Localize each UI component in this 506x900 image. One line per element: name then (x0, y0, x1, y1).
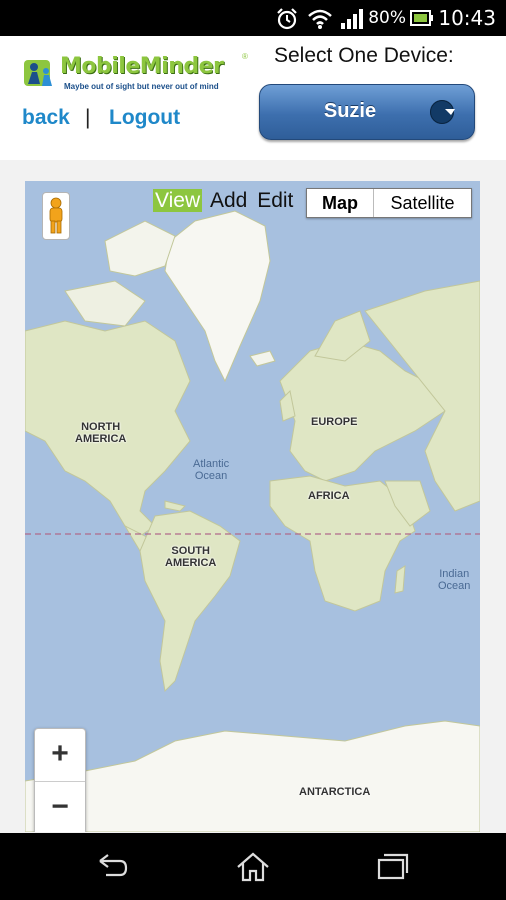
signal-icon (341, 9, 363, 29)
south-america-landmass (139, 510, 241, 693)
label-indian-ocean: Indian Ocean (438, 568, 471, 592)
map-mode-tabs: View Add Edit (153, 189, 295, 213)
android-nav-bar (0, 833, 506, 900)
map-type-control: Map Satellite (306, 188, 472, 218)
logo-registered-mark: ® (242, 52, 248, 61)
antarctica-landmass (25, 720, 480, 832)
map-type-satellite-button[interactable]: Satellite (374, 189, 471, 217)
zoom-out-button[interactable]: − (35, 782, 85, 832)
logo-name: MobileMinder (60, 54, 224, 79)
map-type-map-button[interactable]: Map (307, 189, 374, 217)
logout-link[interactable]: Logout (109, 106, 180, 130)
recent-apps-nav-icon[interactable] (376, 851, 410, 881)
family-icon (24, 60, 52, 86)
select-device-label: Select One Device: (274, 44, 454, 67)
label-atlantic-ocean: Atlantic Ocean (193, 458, 230, 482)
selected-device-name: Suzie (323, 100, 377, 122)
zoom-control: + − (34, 728, 86, 832)
dropdown-arrow-icon (430, 100, 455, 124)
wifi-icon (308, 9, 332, 29)
arctic-islands-landmass (104, 220, 176, 277)
app-header: MobileMinder ® Maybe out of sight but ne… (0, 36, 506, 160)
tab-edit[interactable]: Edit (255, 189, 295, 212)
device-select-button[interactable]: Suzie (259, 84, 475, 140)
label-north-america: NORTH AMERICA (75, 421, 127, 445)
label-europe: EUROPE (311, 416, 358, 428)
back-nav-icon[interactable] (94, 851, 130, 881)
battery-percent: 80% (368, 8, 406, 28)
home-nav-icon[interactable] (235, 851, 271, 883)
mobileminder-logo: MobileMinder ® Maybe out of sight but ne… (22, 52, 252, 94)
clock: 10:43 (438, 6, 496, 30)
zoom-in-button[interactable]: + (35, 729, 85, 782)
alarm-icon (277, 8, 297, 30)
map-tiles (25, 210, 480, 832)
logo-tagline: Maybe out of sight but never out of mind (64, 82, 219, 91)
nav-separator: | (85, 106, 91, 129)
status-bar: 80% 10:43 (0, 0, 506, 36)
label-antarctica: ANTARCTICA (299, 786, 371, 798)
label-africa: AFRICA (308, 490, 350, 502)
back-link[interactable]: back (22, 106, 70, 130)
tab-view[interactable]: View (153, 189, 203, 212)
tab-add[interactable]: Add (208, 189, 249, 212)
battery-icon (410, 10, 433, 26)
pegman-icon (49, 197, 63, 234)
world-map[interactable]: NORTH AMERICA SOUTH AMERICA EUROPE AFRIC… (25, 181, 480, 832)
label-south-america: SOUTH AMERICA (165, 545, 217, 569)
street-view-pegman[interactable] (42, 192, 70, 240)
